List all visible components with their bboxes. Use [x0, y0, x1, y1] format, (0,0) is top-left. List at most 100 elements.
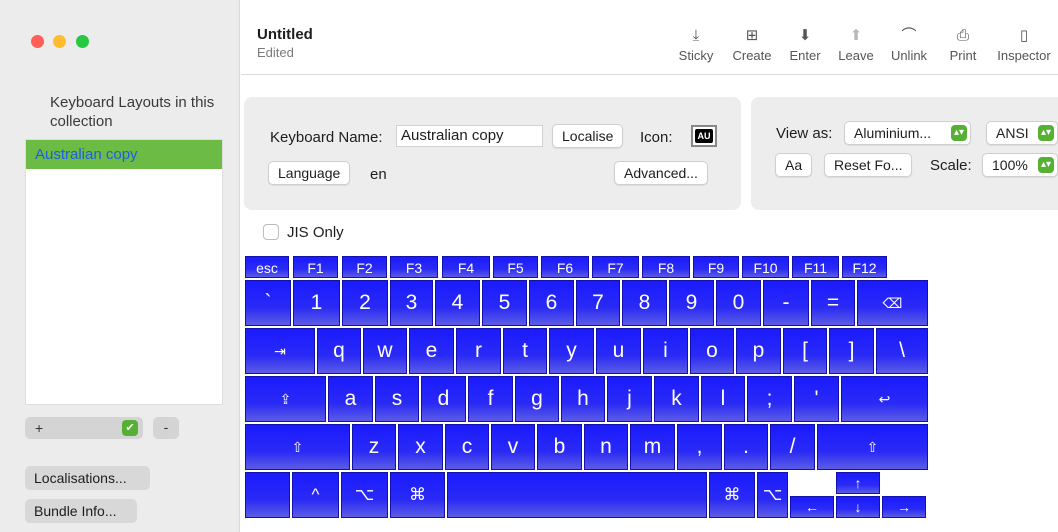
enter-toolbar-button[interactable]: ⬇ Enter — [785, 26, 825, 68]
key-6[interactable]: 6 — [529, 280, 574, 326]
key-f10[interactable]: F10 — [742, 256, 789, 278]
key-h[interactable]: h — [561, 376, 605, 422]
key-j[interactable]: j — [607, 376, 652, 422]
key-r[interactable]: r — [456, 328, 501, 374]
key-n[interactable]: n — [584, 424, 628, 470]
key-0[interactable]: 0 — [716, 280, 761, 326]
key-f2[interactable]: F2 — [342, 256, 387, 278]
key-delete[interactable]: ⌫ — [857, 280, 928, 326]
key-f9[interactable]: F9 — [693, 256, 739, 278]
key-f4[interactable]: F4 — [442, 256, 490, 278]
key-q[interactable]: q — [317, 328, 361, 374]
key-d[interactable]: d — [421, 376, 466, 422]
key-blank[interactable]: - — [763, 280, 809, 326]
reset-font-button[interactable]: Reset Fo... — [824, 153, 913, 177]
key-comma[interactable]: , — [677, 424, 722, 470]
key-period[interactable]: . — [724, 424, 768, 470]
key-3[interactable]: 3 — [390, 280, 433, 326]
language-button[interactable]: Language — [268, 161, 351, 185]
key-7[interactable]: 7 — [576, 280, 620, 326]
key-left-option[interactable]: ⌥ — [341, 472, 388, 518]
key-2[interactable]: 2 — [342, 280, 388, 326]
key-t[interactable]: t — [503, 328, 547, 374]
key-e[interactable]: e — [409, 328, 454, 374]
key-l[interactable]: l — [701, 376, 745, 422]
inspector-toolbar-button[interactable]: ▯ Inspector — [991, 26, 1057, 68]
font-button[interactable]: Aa — [775, 153, 813, 177]
advanced-button[interactable]: Advanced... — [614, 161, 708, 185]
key-m[interactable]: m — [630, 424, 675, 470]
key-s[interactable]: s — [375, 376, 419, 422]
jis-only-checkbox[interactable] — [263, 224, 279, 240]
remove-layout-button[interactable]: - — [153, 417, 179, 439]
key-k[interactable]: k — [654, 376, 699, 422]
keyboard-view[interactable]: esc F1 F2 F3 F4 F5 F6 F7 F8 F9 F10 F11 F12 ` 1 2 3 4 5 6 7 8 9… — [245, 256, 931, 518]
layout-list-item[interactable]: Australian copy — [26, 140, 222, 169]
key-right-command[interactable]: ⌘ — [709, 472, 755, 518]
layout-icon-well[interactable]: AU — [691, 125, 717, 147]
key-u[interactable]: u — [596, 328, 641, 374]
key-slash[interactable]: / — [770, 424, 815, 470]
key-right-option[interactable]: ⌥ — [757, 472, 788, 518]
key-blank[interactable]: ] — [829, 328, 874, 374]
sticky-toolbar-button[interactable]: ⤓ Sticky — [674, 26, 718, 68]
key-5[interactable]: 5 — [482, 280, 527, 326]
minimize-window-button[interactable] — [53, 35, 66, 48]
key-f11[interactable]: F11 — [792, 256, 839, 278]
key-f8[interactable]: F8 — [642, 256, 690, 278]
key-f5[interactable]: F5 — [493, 256, 538, 278]
key-b[interactable]: b — [537, 424, 582, 470]
key-blank[interactable]: ` — [245, 280, 291, 326]
close-window-button[interactable] — [31, 35, 44, 48]
key-blank[interactable]: = — [811, 280, 855, 326]
key-down-arrow[interactable]: ↓ — [836, 496, 880, 518]
key-tab[interactable]: ⇥ — [245, 328, 315, 374]
key-1[interactable]: 1 — [293, 280, 340, 326]
key-return[interactable]: ↩ — [841, 376, 928, 422]
layouts-list[interactable]: Australian copy — [25, 139, 223, 405]
key-space[interactable] — [447, 472, 707, 518]
keyboard-standard-popup[interactable]: ANSI ▴▾ — [986, 121, 1058, 145]
leave-toolbar-button[interactable]: ⬆ Leave — [835, 26, 877, 68]
key-right-shift[interactable]: ⇧ — [817, 424, 928, 470]
key-esc[interactable]: esc — [245, 256, 289, 278]
key-f3[interactable]: F3 — [390, 256, 438, 278]
add-layout-menu-icon[interactable]: ✔ — [122, 420, 138, 436]
key-quote[interactable]: ' — [794, 376, 839, 422]
view-as-popup[interactable]: Aluminium... ▴▾ — [844, 121, 971, 145]
localisations-button[interactable]: Localisations... — [25, 466, 150, 490]
key-right-arrow[interactable]: → — [882, 496, 926, 518]
key-x[interactable]: x — [398, 424, 443, 470]
add-layout-button[interactable]: + ✔ — [25, 417, 143, 439]
key-c[interactable]: c — [445, 424, 489, 470]
keyboard-name-field[interactable]: Australian copy — [396, 125, 543, 147]
key-f6[interactable]: F6 — [541, 256, 589, 278]
key-f12[interactable]: F12 — [842, 256, 887, 278]
bundle-info-button[interactable]: Bundle Info... — [25, 499, 137, 523]
key-control[interactable]: ^ — [292, 472, 339, 518]
create-toolbar-button[interactable]: ⊞ Create — [729, 26, 775, 68]
key-up-arrow[interactable]: ↑ — [836, 472, 880, 494]
key-f[interactable]: f — [468, 376, 513, 422]
key-i[interactable]: i — [643, 328, 688, 374]
unlink-toolbar-button[interactable]: ⌒ Unlink — [885, 26, 933, 68]
key-o[interactable]: o — [690, 328, 734, 374]
key-fn[interactable] — [245, 472, 290, 518]
key-z[interactable]: z — [352, 424, 396, 470]
key-4[interactable]: 4 — [435, 280, 480, 326]
key-8[interactable]: 8 — [622, 280, 667, 326]
zoom-window-button[interactable] — [76, 35, 89, 48]
key-f1[interactable]: F1 — [293, 256, 338, 278]
key-a[interactable]: a — [328, 376, 373, 422]
key-9[interactable]: 9 — [669, 280, 714, 326]
key-blank[interactable]: [ — [783, 328, 827, 374]
key-f7[interactable]: F7 — [592, 256, 639, 278]
key-v[interactable]: v — [491, 424, 535, 470]
key-y[interactable]: y — [549, 328, 594, 374]
key-left-shift[interactable]: ⇧ — [245, 424, 350, 470]
scale-popup[interactable]: 100% ▴▾ — [982, 153, 1058, 177]
key-left-arrow[interactable]: ← — [790, 496, 834, 518]
print-toolbar-button[interactable]: ⎙ Print — [942, 26, 984, 68]
key-p[interactable]: p — [736, 328, 781, 374]
key-left-command[interactable]: ⌘ — [390, 472, 445, 518]
